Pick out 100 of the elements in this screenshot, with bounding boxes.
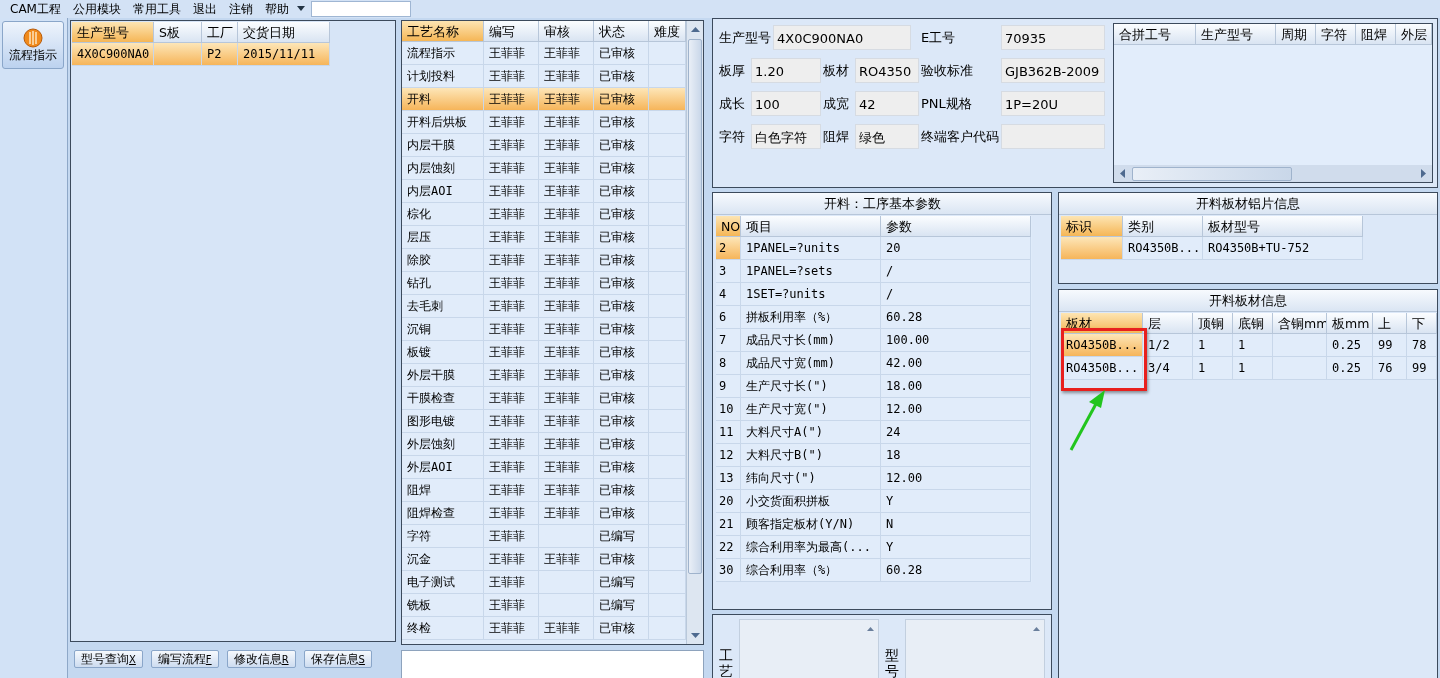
table-cell: 已审核 xyxy=(594,203,649,226)
scrollbar[interactable] xyxy=(686,21,703,644)
table-cell: 王菲菲 xyxy=(539,502,594,525)
column-header[interactable]: 生产型号 xyxy=(72,22,154,43)
text-field[interactable]: 白色字符 xyxy=(751,124,821,149)
table-cell: 王菲菲 xyxy=(484,157,539,180)
column-header[interactable]: NO xyxy=(716,216,741,237)
table-cell: 字符 xyxy=(402,525,484,548)
table-cell: 22 xyxy=(716,536,741,559)
column-header[interactable]: S板 xyxy=(154,22,202,43)
table-cell: 已审核 xyxy=(594,42,649,65)
menu-item[interactable]: 常用工具 xyxy=(126,0,187,18)
table-cell: 流程指示 xyxy=(402,42,484,65)
column-header[interactable]: 上 xyxy=(1373,313,1407,334)
column-header[interactable]: 外层 xyxy=(1396,24,1432,45)
table-cell: 12 xyxy=(716,444,741,467)
table-cell: 王菲菲 xyxy=(484,502,539,525)
text-area[interactable] xyxy=(739,619,879,678)
nav-button[interactable]: 流程指示 xyxy=(2,21,64,69)
table-cell: 6 xyxy=(716,306,741,329)
table-cell: 计划投料 xyxy=(402,65,484,88)
column-header[interactable]: 工厂 xyxy=(202,22,238,43)
column-header[interactable]: 标识 xyxy=(1061,216,1123,237)
column-header[interactable]: 层 xyxy=(1143,313,1193,334)
column-header[interactable]: 交货日期 xyxy=(238,22,330,43)
column-header[interactable]: 审核 xyxy=(539,21,594,42)
table-cell: 王菲菲 xyxy=(539,479,594,502)
ball-icon xyxy=(23,27,43,48)
text-field[interactable]: 4X0C900NA0 xyxy=(773,25,911,50)
text-field[interactable]: 1P=20U xyxy=(1001,91,1105,116)
table-cell: 王菲菲 xyxy=(539,65,594,88)
text-field[interactable]: 100 xyxy=(751,91,821,116)
form-button[interactable]: 编写流程F xyxy=(150,649,219,669)
table-cell: 铣板 xyxy=(402,594,484,617)
scrollbar[interactable] xyxy=(1114,165,1432,182)
table-cell: 王菲菲 xyxy=(539,157,594,180)
form-button[interactable]: 型号查询X xyxy=(74,649,143,669)
table-cell: 100.00 xyxy=(881,329,1031,352)
column-header[interactable]: 类别 xyxy=(1123,216,1203,237)
text-area[interactable] xyxy=(905,619,1045,678)
table-cell: 42.00 xyxy=(881,352,1031,375)
menu-item[interactable]: 公用模块 xyxy=(66,0,127,18)
text-field[interactable] xyxy=(1001,124,1105,149)
row-header[interactable] xyxy=(1061,237,1123,260)
table-cell: 9 xyxy=(716,375,741,398)
table-cell: / xyxy=(881,283,1031,306)
table-cell: 王菲菲 xyxy=(539,364,594,387)
column-header[interactable]: 状态 xyxy=(594,21,649,42)
column-header[interactable]: 难度 xyxy=(649,21,686,42)
column-header[interactable]: 合拼工号 xyxy=(1114,24,1196,45)
column-header[interactable]: 顶铜 xyxy=(1193,313,1233,334)
table-cell: 王菲菲 xyxy=(539,295,594,318)
column-header[interactable]: 字符 xyxy=(1316,24,1356,45)
table-cell: 1PANEL=?sets xyxy=(741,260,881,283)
column-header[interactable]: 板mm xyxy=(1327,313,1373,334)
table-cell: 已审核 xyxy=(594,295,649,318)
column-header[interactable]: 阻焊 xyxy=(1356,24,1396,45)
combo-box[interactable] xyxy=(310,1,411,17)
menu-item[interactable]: 帮助 xyxy=(258,0,295,18)
text-field[interactable]: GJB362B-2009 xyxy=(1001,58,1105,83)
form-button[interactable]: 保存信息S xyxy=(303,649,372,669)
column-header[interactable]: 周期 xyxy=(1276,24,1316,45)
column-header[interactable]: 板材型号 xyxy=(1203,216,1363,237)
text-field[interactable]: 1.20 xyxy=(751,58,821,83)
column-header[interactable]: 项目 xyxy=(741,216,881,237)
table-cell: 纬向尺寸(") xyxy=(741,467,881,490)
table-cell: 13 xyxy=(716,467,741,490)
text-field[interactable]: RO4350 xyxy=(855,58,919,83)
table-cell: 30 xyxy=(716,559,741,582)
menu-item[interactable]: 退出 xyxy=(186,0,223,18)
table-cell: 0.25 xyxy=(1327,357,1373,380)
table-cell: 已审核 xyxy=(594,249,649,272)
text-field[interactable]: 70935 xyxy=(1001,25,1105,50)
table-cell: 王菲菲 xyxy=(484,525,539,548)
table-cell: 王菲菲 xyxy=(484,410,539,433)
table-cell: 棕化 xyxy=(402,203,484,226)
table-cell: Y xyxy=(881,490,1031,513)
table-cell: 王菲菲 xyxy=(539,272,594,295)
scrollbar-thumb[interactable] xyxy=(688,39,702,574)
column-header[interactable]: 编写 xyxy=(484,21,539,42)
table-cell: 王菲菲 xyxy=(484,65,539,88)
column-header[interactable]: 工艺名称 xyxy=(402,21,484,42)
column-header[interactable]: 生产型号 xyxy=(1196,24,1276,45)
form-button[interactable]: 修改信息R xyxy=(226,649,296,669)
table-cell: 已审核 xyxy=(594,617,649,640)
menu-item[interactable]: CAM工程 xyxy=(4,0,67,18)
text-field[interactable]: 42 xyxy=(855,91,919,116)
table-cell: 20 xyxy=(881,237,1031,260)
table-cell: 4X0C900NA0 xyxy=(72,43,154,66)
scrollbar-thumb[interactable] xyxy=(1132,166,1292,181)
field-label: 成长 xyxy=(718,95,746,112)
column-header[interactable]: 下 xyxy=(1407,313,1437,334)
menu-item[interactable]: 注销 xyxy=(222,0,259,18)
table-cell: 王菲菲 xyxy=(539,341,594,364)
table-cell: 60.28 xyxy=(881,559,1031,582)
table-cell: 沉金 xyxy=(402,548,484,571)
text-area[interactable] xyxy=(401,650,704,678)
text-field[interactable]: 绿色 xyxy=(855,124,919,149)
column-header[interactable]: 底铜 xyxy=(1233,313,1273,334)
column-header[interactable]: 参数 xyxy=(881,216,1031,237)
